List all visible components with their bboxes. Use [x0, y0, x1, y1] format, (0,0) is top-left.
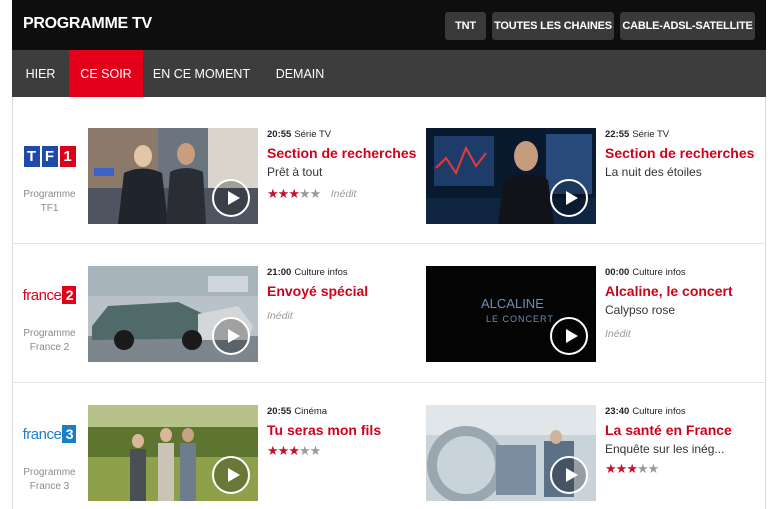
program-time-genre: 20:55 Cinéma — [267, 406, 328, 417]
program-info: 20:55 Cinéma Tu seras mon fils ★★★★★ — [267, 406, 427, 460]
page-title: PROGRAMME TV — [23, 15, 152, 32]
program-info: 20:55 Série TV Section de recherches Prêt… — [267, 129, 427, 203]
program-time-genre: 23:40 Culture infos — [605, 406, 686, 417]
rating-stars: ★★★★★ — [267, 186, 321, 201]
play-button[interactable] — [212, 456, 250, 494]
tab-hier[interactable]: HIER — [12, 50, 69, 97]
tab-demain[interactable]: DEMAIN — [260, 50, 340, 97]
program-time-genre: 20:55 Série TV — [267, 129, 332, 140]
program-time-genre: 22:55 Série TV — [605, 129, 670, 140]
play-button[interactable] — [212, 317, 250, 355]
channel-row-france-3: france 3 Programme France 3 20:55 Cinéma T… — [12, 384, 766, 509]
program-title-link[interactable]: La santé en France — [605, 422, 765, 438]
inedit-badge: Inédit — [267, 309, 293, 322]
thumb-text-1: ALCALINE — [481, 296, 544, 311]
program-thumbnail[interactable]: ALCALINE LE CONCERT — [426, 266, 596, 362]
france-3-logo: france 3 — [12, 422, 87, 446]
program-title-link[interactable]: Tu seras mon fils — [267, 422, 427, 438]
all-channels-button[interactable]: TOUTES LES CHAINES — [492, 12, 614, 40]
cable-adsl-satellite-button[interactable]: CABLE-ADSL-SATELLITE — [620, 12, 755, 40]
rating-stars: ★★★★★ — [267, 443, 321, 458]
program-title-link[interactable]: Section de recherches — [267, 145, 427, 161]
tf1-logo: T F 1 — [12, 144, 87, 168]
inedit-badge: Inédit — [605, 327, 631, 340]
program-title-link[interactable]: Section de recherches — [605, 145, 765, 161]
channel-row-france-2: france 2 Programme France 2 21:00 Culture … — [12, 245, 766, 383]
program-subtitle: Calypso rose — [605, 303, 676, 317]
channel-caption: Programme France 2 — [23, 328, 76, 353]
tab-ce-soir[interactable]: CE SOIR — [69, 50, 143, 97]
tab-en-ce-moment[interactable]: EN CE MOMENT — [143, 50, 260, 97]
program-time-genre: 00:00 Culture infos — [605, 267, 686, 278]
program-title-link[interactable]: Alcaline, le concert — [605, 283, 765, 299]
program-subtitle: Enquête sur les inég... — [605, 442, 725, 456]
play-button[interactable] — [212, 179, 250, 217]
program-info: 22:55 Série TV Section de recherches La n… — [605, 129, 765, 179]
channel-france-3[interactable]: france 3 Programme France 3 — [12, 422, 87, 494]
program-time-genre: 21:00 Culture infos — [267, 267, 348, 278]
program-thumbnail[interactable] — [88, 405, 258, 501]
play-button[interactable] — [550, 456, 588, 494]
inedit-badge: Inédit — [330, 188, 357, 200]
program-thumbnail[interactable] — [426, 405, 596, 501]
france-2-logo: france 2 — [12, 283, 87, 307]
channel-caption: Programme TF1 — [23, 189, 76, 214]
tnt-button[interactable]: TNT — [445, 12, 486, 40]
channel-france-2[interactable]: france 2 Programme France 2 — [12, 283, 87, 355]
play-button[interactable] — [550, 179, 588, 217]
program-subtitle: La nuit des étoiles — [605, 165, 702, 179]
program-thumbnail[interactable] — [88, 266, 258, 362]
play-button[interactable] — [550, 317, 588, 355]
program-info: 23:40 Culture infos La santé en France En… — [605, 406, 765, 478]
channel-tf1[interactable]: T F 1 Programme TF1 — [12, 144, 87, 216]
program-thumbnail[interactable] — [426, 128, 596, 224]
channel-row-tf1: T F 1 Programme TF1 20:55 Série TV Sectio… — [12, 106, 766, 244]
day-tabs: HIER CE SOIR EN CE MOMENT DEMAIN — [12, 50, 766, 97]
top-bar: PROGRAMME TV TNT TOUTES LES CHAINES CABL… — [12, 0, 766, 50]
program-info: 00:00 Culture infos Alcaline, le concert … — [605, 267, 765, 343]
program-subtitle: Prêt à tout — [267, 165, 323, 179]
channel-caption: Programme France 3 — [23, 467, 76, 492]
program-title-link[interactable]: Envoyé spécial — [267, 283, 427, 299]
thumb-text-2: LE CONCERT — [486, 314, 554, 324]
rating-stars: ★★★★★ — [605, 461, 659, 476]
program-thumbnail[interactable] — [88, 128, 258, 224]
program-info: 21:00 Culture infos Envoyé spécial Inédit — [267, 267, 427, 325]
